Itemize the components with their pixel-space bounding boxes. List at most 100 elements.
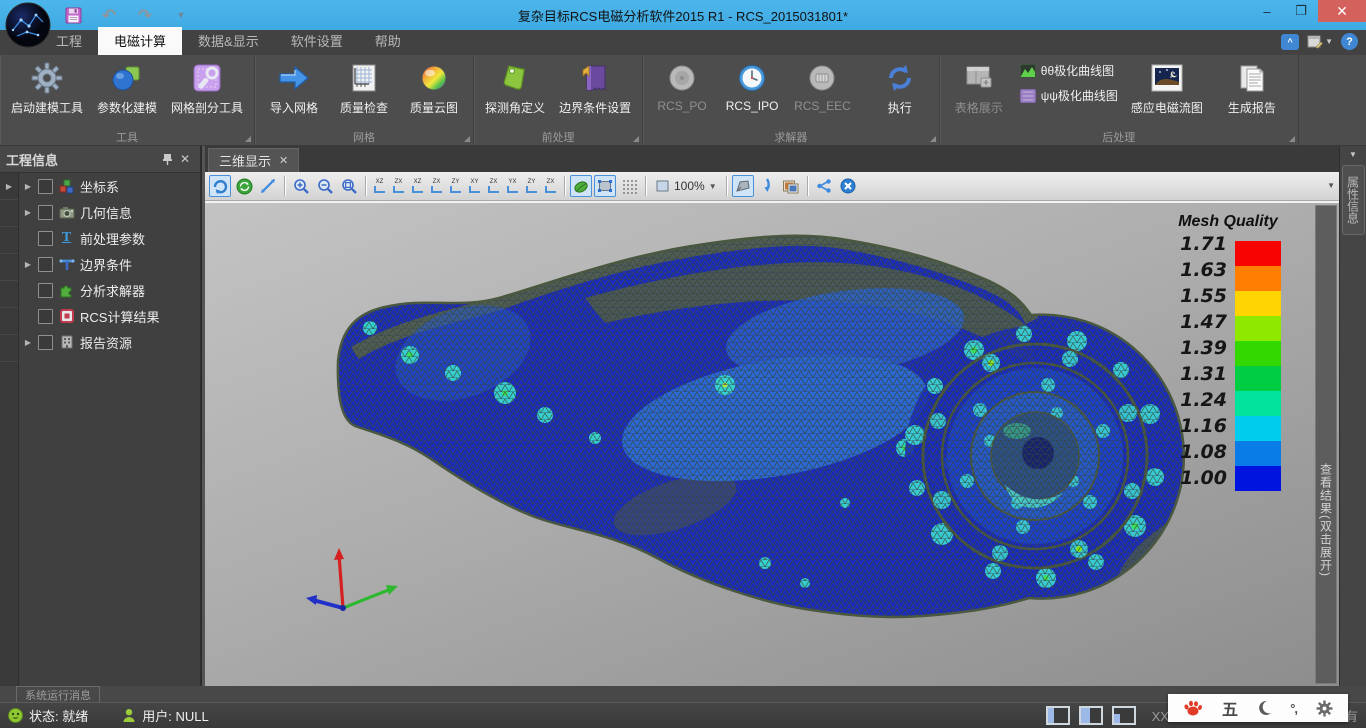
tab-software-settings[interactable]: 软件设置 [275, 27, 359, 55]
wireframe-points-button[interactable] [618, 175, 640, 197]
qat-customize-button[interactable]: ▼ [170, 5, 192, 25]
save-button[interactable] [62, 5, 84, 25]
close-tab-icon[interactable]: ✕ [279, 154, 288, 167]
orbit-rotate-button[interactable] [209, 175, 231, 197]
checkbox[interactable] [38, 231, 53, 246]
expand-arrow-icon[interactable]: ▶ [23, 338, 33, 347]
expand-arrow-icon[interactable]: ▶ [23, 260, 33, 269]
expand-arrow-icon[interactable]: ▶ [23, 208, 33, 217]
import-mesh-button[interactable]: 导入网格 [259, 58, 329, 119]
view-orientation-button[interactable]: ZX [428, 176, 445, 196]
group-expand-icon[interactable] [464, 136, 470, 142]
zoom-in-button[interactable] [290, 175, 312, 197]
checkbox[interactable] [38, 257, 53, 272]
project-info-panel: 工程信息 ✕ ▶ ▶ [0, 146, 201, 686]
view-orientation-button[interactable]: XY [466, 176, 483, 196]
shaded-display-button[interactable] [570, 175, 592, 197]
rcs-po-button[interactable]: RCS_PO [647, 58, 717, 116]
flat-display-button[interactable] [594, 175, 616, 197]
layout-bottom-button[interactable] [1079, 706, 1103, 725]
theta-polarization-curve-button[interactable]: θθ极化曲线图 [1020, 62, 1118, 79]
view-orientation-button[interactable]: ZX [542, 176, 559, 196]
close-panel-icon[interactable]: ✕ [176, 150, 194, 168]
drop-down-view-button[interactable] [756, 175, 778, 197]
detection-angle-button[interactable]: 探测角定义 [478, 58, 552, 119]
quality-contour-button[interactable]: 质量云图 [399, 58, 469, 119]
share-link-button[interactable] [813, 175, 835, 197]
quality-check-button[interactable]: 质量检查 [329, 58, 399, 119]
group-expand-icon[interactable] [1289, 136, 1295, 142]
tree-item-preprocess-params[interactable]: T 前处理参数 [19, 225, 200, 251]
checkbox[interactable] [38, 283, 53, 298]
cancel-operation-button[interactable] [837, 175, 859, 197]
psi-polarization-curve-button[interactable]: ψψ极化曲线图 [1020, 87, 1118, 104]
tree-item-rcs-results[interactable]: RCS计算结果 [19, 303, 200, 329]
tree-item-geometry-info[interactable]: ▶ 几何信息 [19, 199, 200, 225]
launch-modeling-tool-button[interactable]: 启动建模工具 [4, 58, 90, 119]
pan-zoom-arrow-button[interactable] [257, 175, 279, 197]
checkbox[interactable] [38, 205, 53, 220]
checkbox[interactable] [38, 335, 53, 350]
gutter-expand-icon[interactable]: ▶ [0, 173, 18, 200]
zoom-level-select[interactable]: 100% ▼ [651, 178, 721, 194]
style-selector-button[interactable]: ▼ [1307, 34, 1333, 49]
parametric-modeling-button[interactable]: 参数化建模 [90, 58, 164, 119]
view-orientation-button[interactable]: ZX [485, 176, 502, 196]
zoom-out-button[interactable] [314, 175, 336, 197]
tree-item-analysis-solver[interactable]: 分析求解器 [19, 277, 200, 303]
view-orientation-button[interactable]: ZY [523, 176, 540, 196]
induced-current-map-button[interactable]: 感应电磁流图 [1124, 58, 1210, 119]
minimize-button[interactable]: – [1250, 0, 1284, 22]
close-button[interactable]: ✕ [1318, 0, 1366, 22]
view-orientation-button[interactable]: XZ [409, 176, 426, 196]
blue-x-circle-icon [840, 178, 856, 194]
rcs-eec-button[interactable]: RCS_EEC [787, 58, 858, 116]
view-results-collapsed-bar[interactable]: 查看结果(双击展开) [1315, 205, 1337, 684]
capture-view-button[interactable] [780, 175, 802, 197]
expand-arrow-icon[interactable]: ▶ [23, 182, 33, 191]
spin-rotate-button[interactable] [233, 175, 255, 197]
surface-pick-button[interactable] [732, 175, 754, 197]
tree-item-report-resources[interactable]: ▶ 报告资源 [19, 329, 200, 355]
ime-settings-gear-icon[interactable] [1316, 700, 1333, 717]
tab-em-computation[interactable]: 电磁计算 [98, 27, 182, 55]
undo-button[interactable]: ↶ [98, 5, 120, 25]
checkbox[interactable] [38, 309, 53, 324]
layout-left-button[interactable] [1046, 706, 1070, 725]
ime-paw-icon[interactable] [1183, 699, 1203, 717]
table-display-button[interactable]: 表格展示 [944, 58, 1014, 119]
ime-punctuation-toggle[interactable]: °, [1290, 701, 1297, 716]
pin-icon[interactable] [158, 150, 176, 168]
restore-button[interactable]: ❐ [1284, 0, 1318, 22]
view-orientation-button[interactable]: ZX [390, 176, 407, 196]
view-orientation-button[interactable]: ZY [447, 176, 464, 196]
collapse-ribbon-button[interactable]: ^ [1281, 34, 1299, 50]
group-expand-icon[interactable] [633, 136, 639, 142]
ime-mode-toggle[interactable]: 五 [1222, 696, 1238, 720]
ime-fullhalf-moon-icon[interactable] [1257, 700, 1272, 716]
viewport-3d[interactable]: Mesh Quality [205, 201, 1339, 686]
rcs-ipo-button[interactable]: RCS_IPO [717, 58, 787, 116]
group-expand-icon[interactable] [930, 136, 936, 142]
redo-button[interactable]: ↷ [134, 5, 156, 25]
tree-item-coordinate-system[interactable]: ▶ 坐标系 [19, 173, 200, 199]
generate-report-button[interactable]: 生成报告 [1217, 58, 1287, 119]
execute-button[interactable]: 执行 [865, 58, 935, 119]
layout-right-button[interactable] [1112, 706, 1136, 725]
dock-overflow-icon[interactable]: ▼ [1349, 150, 1357, 159]
property-info-tab[interactable]: 属性信息 [1342, 165, 1365, 235]
system-messages-tab[interactable]: 系统运行消息 [16, 686, 100, 702]
checkbox[interactable] [38, 179, 53, 194]
tab-data-display[interactable]: 数据&显示 [182, 27, 275, 55]
tab-help[interactable]: 帮助 [359, 27, 417, 55]
view-orientation-button[interactable]: YX [504, 176, 521, 196]
help-button[interactable]: ? [1341, 33, 1358, 50]
tree-item-boundary-conditions[interactable]: ▶ 边界条件 [19, 251, 200, 277]
toolbar-overflow-icon[interactable]: ▼ [1327, 181, 1335, 190]
view-orientation-button[interactable]: XZ [371, 176, 388, 196]
group-expand-icon[interactable] [245, 136, 251, 142]
zoom-extents-button[interactable] [338, 175, 360, 197]
tab-3d-display[interactable]: 三维显示 ✕ [208, 148, 299, 172]
boundary-conditions-button[interactable]: 边界条件设置 [552, 58, 638, 119]
mesh-partition-tool-button[interactable]: 网格剖分工具 [164, 58, 250, 119]
